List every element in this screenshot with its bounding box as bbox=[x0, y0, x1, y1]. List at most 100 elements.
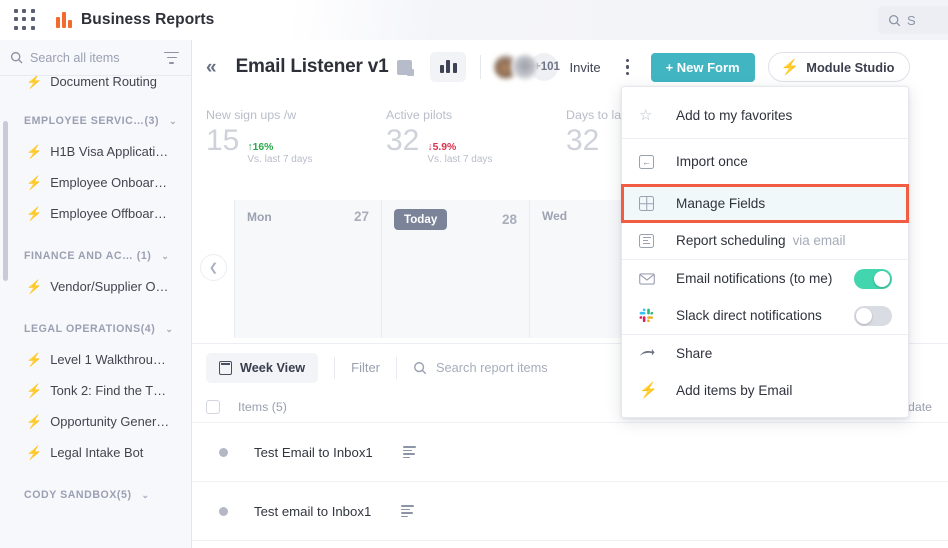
sidebar-item-label: Level 1 Walkthrou… bbox=[50, 352, 166, 367]
menu-section-notifications: Email notifications (to me) Slack direct… bbox=[622, 260, 908, 335]
item-name: Test email to Inbox1 bbox=[254, 503, 372, 519]
menu-item-label: Email notifications (to me) bbox=[676, 271, 833, 286]
menu-item-label: Report scheduling bbox=[676, 233, 786, 248]
sidebar-item-opportunity-generator[interactable]: ⚡ Opportunity Gener… bbox=[0, 406, 191, 437]
sidebar-item-employee-onboarding[interactable]: ⚡ Employee Onboar… bbox=[0, 167, 191, 198]
top-bar: Business Reports S bbox=[0, 0, 948, 40]
sidebar-item-label: Vendor/Supplier O… bbox=[50, 279, 169, 294]
calendar-day-label: Mon bbox=[247, 209, 272, 224]
filter-icon[interactable] bbox=[164, 51, 179, 64]
calendar-day-number: 28 bbox=[501, 212, 517, 227]
sidebar-group-label: EMPLOYEE SERVIC…(3) bbox=[24, 115, 160, 127]
menu-item-add-to-favorites[interactable]: ☆ Add to my favorites bbox=[622, 93, 908, 138]
description-icon[interactable] bbox=[401, 505, 415, 517]
sidebar-scrollbar[interactable] bbox=[3, 121, 8, 281]
menu-item-slack-notifications[interactable]: Slack direct notifications bbox=[622, 297, 908, 334]
apps-grid-icon[interactable] bbox=[14, 9, 36, 31]
menu-item-label: Share bbox=[676, 346, 713, 361]
chevron-down-icon: ⌄ bbox=[169, 115, 178, 126]
bolt-icon: ⚡ bbox=[26, 206, 43, 221]
stat-value: 15 bbox=[206, 124, 240, 157]
sidebar-item-label: Tonk 2: Find the T… bbox=[50, 383, 167, 398]
menu-item-report-scheduling[interactable]: Report scheduling via email bbox=[622, 222, 908, 259]
email-notifications-toggle[interactable] bbox=[854, 268, 892, 289]
stat-label: Active pilots bbox=[386, 108, 453, 122]
sidebar-item-document-routing[interactable]: ⚡ Document Routing bbox=[0, 76, 191, 94]
menu-item-label: Add to my favorites bbox=[676, 108, 793, 123]
sidebar-item-level-1-walkthrough[interactable]: ⚡ Level 1 Walkthrou… bbox=[0, 344, 191, 375]
invite-button[interactable]: Invite bbox=[569, 60, 600, 75]
menu-section-share: Share ⚡ Add items by Email bbox=[622, 335, 908, 409]
bolt-icon: ⚡ bbox=[26, 352, 43, 367]
bar-chart-icon-button[interactable] bbox=[430, 52, 467, 82]
description-icon[interactable] bbox=[402, 446, 416, 458]
bolt-icon: ⚡ bbox=[780, 58, 800, 76]
sidebar-item-label: Employee Offboar… bbox=[50, 206, 167, 221]
new-form-button[interactable]: + New Form bbox=[650, 52, 755, 82]
stat-value: 32 bbox=[566, 124, 600, 157]
menu-item-share[interactable]: Share bbox=[622, 335, 908, 372]
import-icon: ← bbox=[639, 154, 659, 169]
module-studio-button[interactable]: ⚡ Module Studio bbox=[767, 52, 911, 82]
mail-icon bbox=[639, 272, 659, 285]
collapse-sidebar-icon[interactable]: « bbox=[206, 58, 219, 77]
top-bar-right: S bbox=[878, 6, 948, 34]
star-icon: ☆ bbox=[639, 107, 653, 124]
stat-subtext: Vs. last 7 days bbox=[247, 154, 313, 165]
sidebar-group-legal-operations[interactable]: LEGAL OPERATIONS(4) ⌄ bbox=[0, 314, 191, 344]
stat-value: 32 bbox=[386, 124, 420, 157]
stat-delta: ↓5.9% bbox=[427, 142, 492, 153]
week-view-button[interactable]: Week View bbox=[206, 352, 319, 383]
sidebar-scroll-area: ⚡ Document Routing EMPLOYEE SERVIC…(3) ⌄… bbox=[0, 76, 191, 548]
bolt-icon: ⚡ bbox=[26, 144, 43, 159]
menu-item-label: Manage Fields bbox=[676, 196, 766, 211]
global-search-box[interactable]: S bbox=[878, 6, 948, 34]
sidebar-group-employee-services[interactable]: EMPLOYEE SERVIC…(3) ⌄ bbox=[0, 106, 191, 136]
select-all-checkbox[interactable] bbox=[206, 399, 220, 414]
menu-item-import-once[interactable]: ← Import once bbox=[622, 139, 908, 184]
slack-notifications-toggle[interactable] bbox=[854, 305, 892, 326]
sidebar-item-employee-offboarding[interactable]: ⚡ Employee Offboar… bbox=[0, 198, 191, 229]
sidebar-search[interactable] bbox=[0, 40, 191, 76]
week-view-label: Week View bbox=[240, 360, 306, 375]
sidebar-group-finance-and-accounting[interactable]: FINANCE AND AC… (1) ⌄ bbox=[0, 241, 191, 271]
sidebar-item-legal-intake-bot[interactable]: ⚡ Legal Intake Bot bbox=[0, 437, 191, 468]
bolt-icon: ⚡ bbox=[26, 445, 43, 460]
chevron-down-icon: ⌄ bbox=[161, 250, 170, 261]
sidebar-group-label: FINANCE AND AC… (1) bbox=[24, 250, 152, 262]
search-icon bbox=[10, 51, 23, 64]
filter-button[interactable]: Filter bbox=[351, 360, 380, 375]
menu-item-add-items-by-email[interactable]: ⚡ Add items by Email bbox=[622, 372, 908, 409]
menu-section-fields: Manage Fields Report scheduling via emai… bbox=[621, 184, 909, 260]
table-row[interactable]: Test email to Inbox1 bbox=[192, 482, 948, 541]
board-icon bbox=[397, 59, 415, 76]
sidebar-item-tonk-2[interactable]: ⚡ Tonk 2: Find the T… bbox=[0, 375, 191, 406]
app-title: Business Reports bbox=[81, 11, 215, 28]
status-dot-icon bbox=[219, 506, 228, 516]
sidebar-item-vendor-supplier[interactable]: ⚡ Vendor/Supplier O… bbox=[0, 271, 191, 302]
menu-section-favorites: ☆ Add to my favorites bbox=[622, 93, 908, 139]
divider bbox=[480, 55, 482, 79]
stat-subtext: Vs. last 7 days bbox=[427, 154, 493, 165]
sidebar-clipped-row: ⚡ Document Routing bbox=[0, 76, 191, 94]
menu-item-sublabel: via email bbox=[792, 233, 846, 248]
more-options-icon[interactable] bbox=[619, 56, 637, 78]
divider bbox=[334, 356, 336, 379]
calendar-column-today[interactable]: Today 28 bbox=[382, 200, 530, 338]
stat-label: New sign ups /w bbox=[206, 108, 297, 122]
menu-item-label: Import once bbox=[676, 154, 748, 169]
search-input[interactable] bbox=[30, 50, 157, 65]
sidebar-group-cody-sandbox[interactable]: CODY SANDBOX(5) ⌄ bbox=[0, 480, 191, 510]
top-bar-tint bbox=[292, 0, 948, 40]
chevron-left-icon[interactable]: ❮ bbox=[200, 254, 227, 281]
calendar-icon bbox=[219, 360, 232, 375]
menu-item-email-notifications[interactable]: Email notifications (to me) bbox=[622, 260, 908, 297]
stat-new-sign-ups: New sign ups /w 15 ↑16% Vs. last 7 days bbox=[206, 108, 386, 182]
avatar-group[interactable]: +101 bbox=[492, 53, 560, 81]
calendar-column-mon[interactable]: Mon 27 bbox=[234, 200, 382, 338]
menu-item-manage-fields[interactable]: Manage Fields bbox=[621, 184, 909, 223]
items-count-label: Items (5) bbox=[238, 399, 287, 414]
table-row[interactable]: Test Email to Inbox1 bbox=[192, 423, 948, 482]
sidebar-item-h1b-visa[interactable]: ⚡ H1B Visa Applicati… bbox=[0, 136, 191, 167]
stat-delta-value: 16% bbox=[252, 142, 274, 153]
